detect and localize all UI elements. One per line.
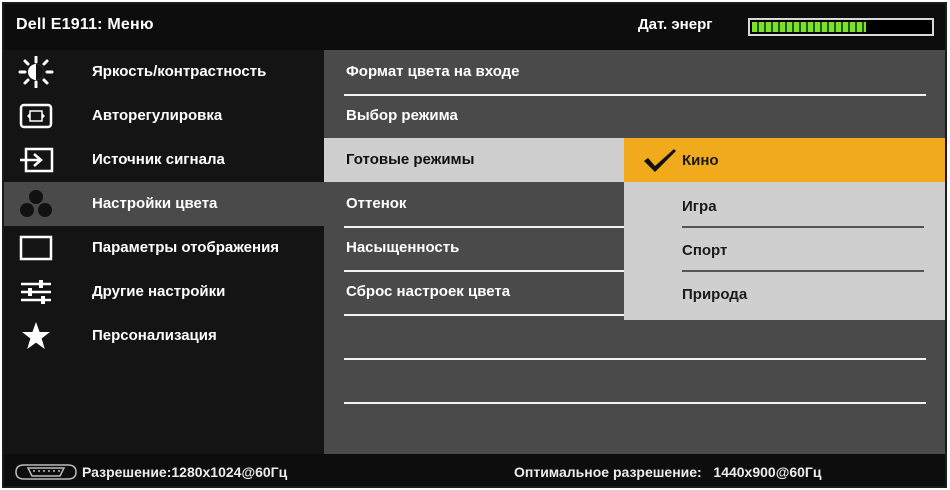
divider [344, 94, 926, 96]
osd-menu-window: Dell E1911: Меню Дат. энерг Яркость/конт… [2, 2, 947, 488]
divider [344, 226, 624, 228]
sidebar-item-personalize[interactable]: Персонализация [4, 314, 324, 358]
option-sport[interactable]: Спорт [624, 228, 945, 272]
sidebar-item-label: Источник сигнала [92, 151, 225, 168]
sidebar-item-label: Другие настройки [92, 283, 226, 300]
sidebar-item-label: Авторегулировка [92, 107, 223, 124]
energy-meter [748, 18, 934, 36]
energy-meter-fill [752, 22, 866, 32]
vga-connector-icon [12, 463, 80, 481]
option-nature[interactable]: Природа [624, 272, 945, 316]
color-settings-icon [16, 188, 56, 220]
sidebar-item-label: Яркость/контрастность [92, 63, 267, 80]
option-game[interactable]: Игра [624, 184, 945, 228]
sidebar-item-label: Персонализация [92, 327, 217, 344]
submenu-item-hue[interactable]: Оттенок [324, 182, 624, 226]
option-label: Кино [682, 152, 719, 169]
sidebar-item-label: Параметры отображения [92, 239, 280, 256]
optimal-resolution-value: 1440x900@60Гц [713, 464, 822, 480]
submenu-item-label: Готовые режимы [346, 151, 475, 168]
sidebar-item-brightness-contrast[interactable]: Яркость/контрастность [4, 50, 324, 94]
optimal-resolution-label: Оптимальное разрешение: [514, 464, 702, 480]
sidebar-item-color-settings[interactable]: Настройки цвета [4, 182, 324, 226]
option-label: Природа [682, 286, 748, 303]
divider [344, 358, 926, 360]
osd-header: Dell E1911: Меню Дат. энерг [4, 4, 945, 50]
submenu-item-input-color-format[interactable]: Формат цвета на входе [324, 50, 624, 94]
submenu-item-label: Оттенок [346, 195, 407, 212]
status-bar: Разрешение:1280x1024@60Гц Оптимальное ра… [4, 454, 945, 486]
option-label: Игра [682, 198, 717, 215]
star-icon [16, 320, 56, 352]
submenu-item-label: Насыщенность [346, 239, 460, 256]
input-source-icon [16, 144, 56, 176]
sidebar-item-auto-adjust[interactable]: Авторегулировка [4, 94, 324, 138]
display-settings-icon [16, 232, 56, 264]
brightness-icon [16, 56, 56, 88]
option-movie[interactable]: Кино [624, 138, 945, 182]
submenu-item-saturation[interactable]: Насыщенность [324, 226, 624, 270]
main-menu-sidebar: Яркость/контрастность Авторегулировка Ис… [4, 50, 324, 454]
submenu-item-label: Выбор режима [346, 107, 458, 124]
checkmark-icon [642, 147, 678, 173]
optimal-resolution: Оптимальное разрешение: 1440x900@60Гц [514, 464, 821, 480]
auto-adjust-icon [16, 100, 56, 132]
divider [344, 270, 624, 272]
submenu-item-label: Сброс настроек цвета [346, 283, 511, 300]
preset-modes-options: Кино Игра Спорт Природа [624, 138, 945, 320]
current-resolution: Разрешение:1280x1024@60Гц [82, 464, 288, 480]
other-settings-icon [16, 276, 56, 308]
menu-title: Dell E1911: Меню [16, 16, 154, 33]
submenu-item-label: Формат цвета на входе [346, 63, 520, 80]
submenu-item-reset-color[interactable]: Сброс настроек цвета [324, 270, 624, 314]
divider [344, 314, 624, 316]
sidebar-item-label: Настройки цвета [92, 195, 218, 212]
energy-meter-label: Дат. энерг [638, 16, 713, 33]
divider [344, 402, 926, 404]
submenu-item-mode-selection[interactable]: Выбор режима [324, 94, 624, 138]
sidebar-item-other-settings[interactable]: Другие настройки [4, 270, 324, 314]
color-settings-submenu: Формат цвета на входе Выбор режима Готов… [324, 50, 624, 454]
option-label: Спорт [682, 242, 728, 259]
sidebar-item-display-settings[interactable]: Параметры отображения [4, 226, 324, 270]
submenu-item-preset-modes[interactable]: Готовые режимы [324, 138, 624, 182]
sidebar-item-input-source[interactable]: Источник сигнала [4, 138, 324, 182]
